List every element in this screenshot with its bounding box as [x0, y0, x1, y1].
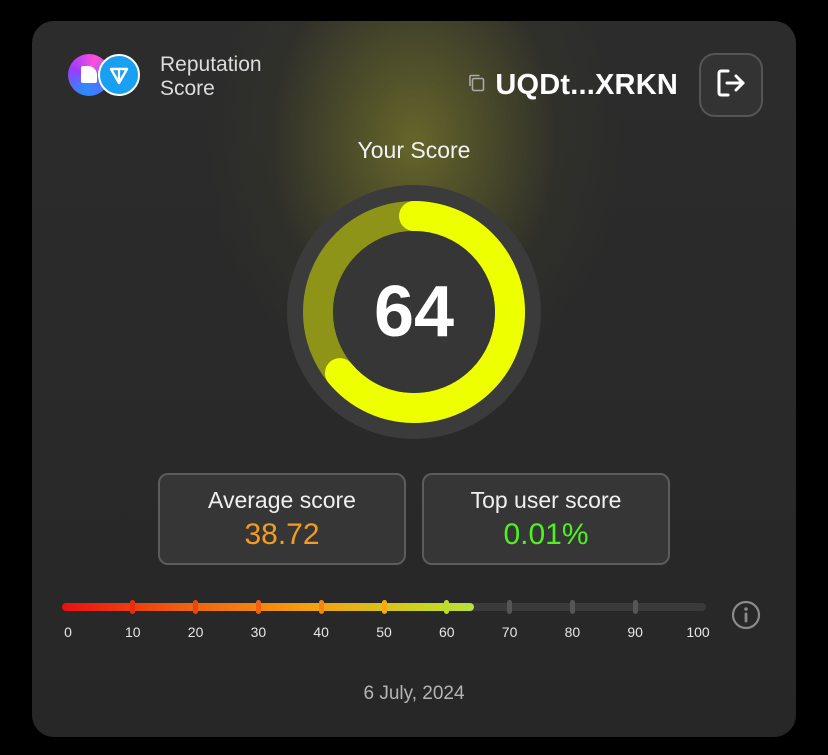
scale-tick-label: 60	[439, 624, 455, 640]
scale-tick-10	[130, 600, 136, 614]
copy-icon[interactable]	[467, 73, 487, 98]
info-icon[interactable]	[731, 600, 761, 630]
scale-tick-label: 90	[627, 624, 643, 640]
scale-tick-70	[507, 600, 513, 614]
scale-tick-label: 50	[376, 624, 392, 640]
logout-button[interactable]	[699, 53, 763, 117]
top-user-score-value: 0.01%	[503, 518, 589, 551]
scale-tick-60	[444, 600, 450, 614]
average-score-card: Average score 38.72	[158, 473, 406, 565]
scale-tick-80	[569, 600, 575, 614]
scale-tick-90	[632, 600, 638, 614]
scale-fill	[62, 603, 475, 611]
score-gauge: 64	[286, 184, 542, 440]
scale-tick-label: 100	[686, 624, 710, 640]
score-scale: 0 10 20 30 40 50 60 70 80 90 100	[62, 599, 722, 640]
brand-line-1: Reputation	[160, 53, 262, 76]
scale-tick-label: 30	[250, 624, 267, 640]
scale-tick-40	[318, 600, 324, 614]
scale-tick-20	[193, 600, 199, 614]
app-logos	[68, 52, 140, 98]
logout-icon	[714, 66, 748, 105]
wallet-address[interactable]: UQDt...XRKN	[467, 67, 678, 103]
top-user-score-card: Top user score 0.01%	[422, 473, 670, 565]
scale-tick-label: 20	[187, 624, 204, 640]
scale-tick-30	[255, 600, 261, 614]
scale-tick-label: 70	[501, 624, 518, 640]
average-score-label: Average score	[208, 487, 356, 513]
brand-line-2: Score	[160, 77, 215, 100]
scale-tick-label: 10	[125, 624, 141, 640]
your-score-title: Your Score	[357, 137, 471, 163]
score-date: 6 July, 2024	[363, 683, 465, 704]
top-user-score-label: Top user score	[470, 487, 622, 513]
scale-tick-label: 0	[64, 624, 72, 640]
scale-tick-label: 40	[313, 624, 329, 640]
reputation-score-card: Reputation Score UQDt...XRKN Your Score	[32, 21, 796, 737]
wallet-address-text[interactable]: UQDt...XRKN	[495, 69, 678, 102]
brand-title: Reputation Score	[160, 53, 310, 101]
score-value: 64	[373, 272, 455, 352]
scale-tick-label: 80	[564, 624, 581, 640]
ton-diamond-icon	[98, 54, 140, 96]
average-score-value: 38.72	[244, 518, 320, 551]
scale-tick-50	[381, 600, 387, 614]
